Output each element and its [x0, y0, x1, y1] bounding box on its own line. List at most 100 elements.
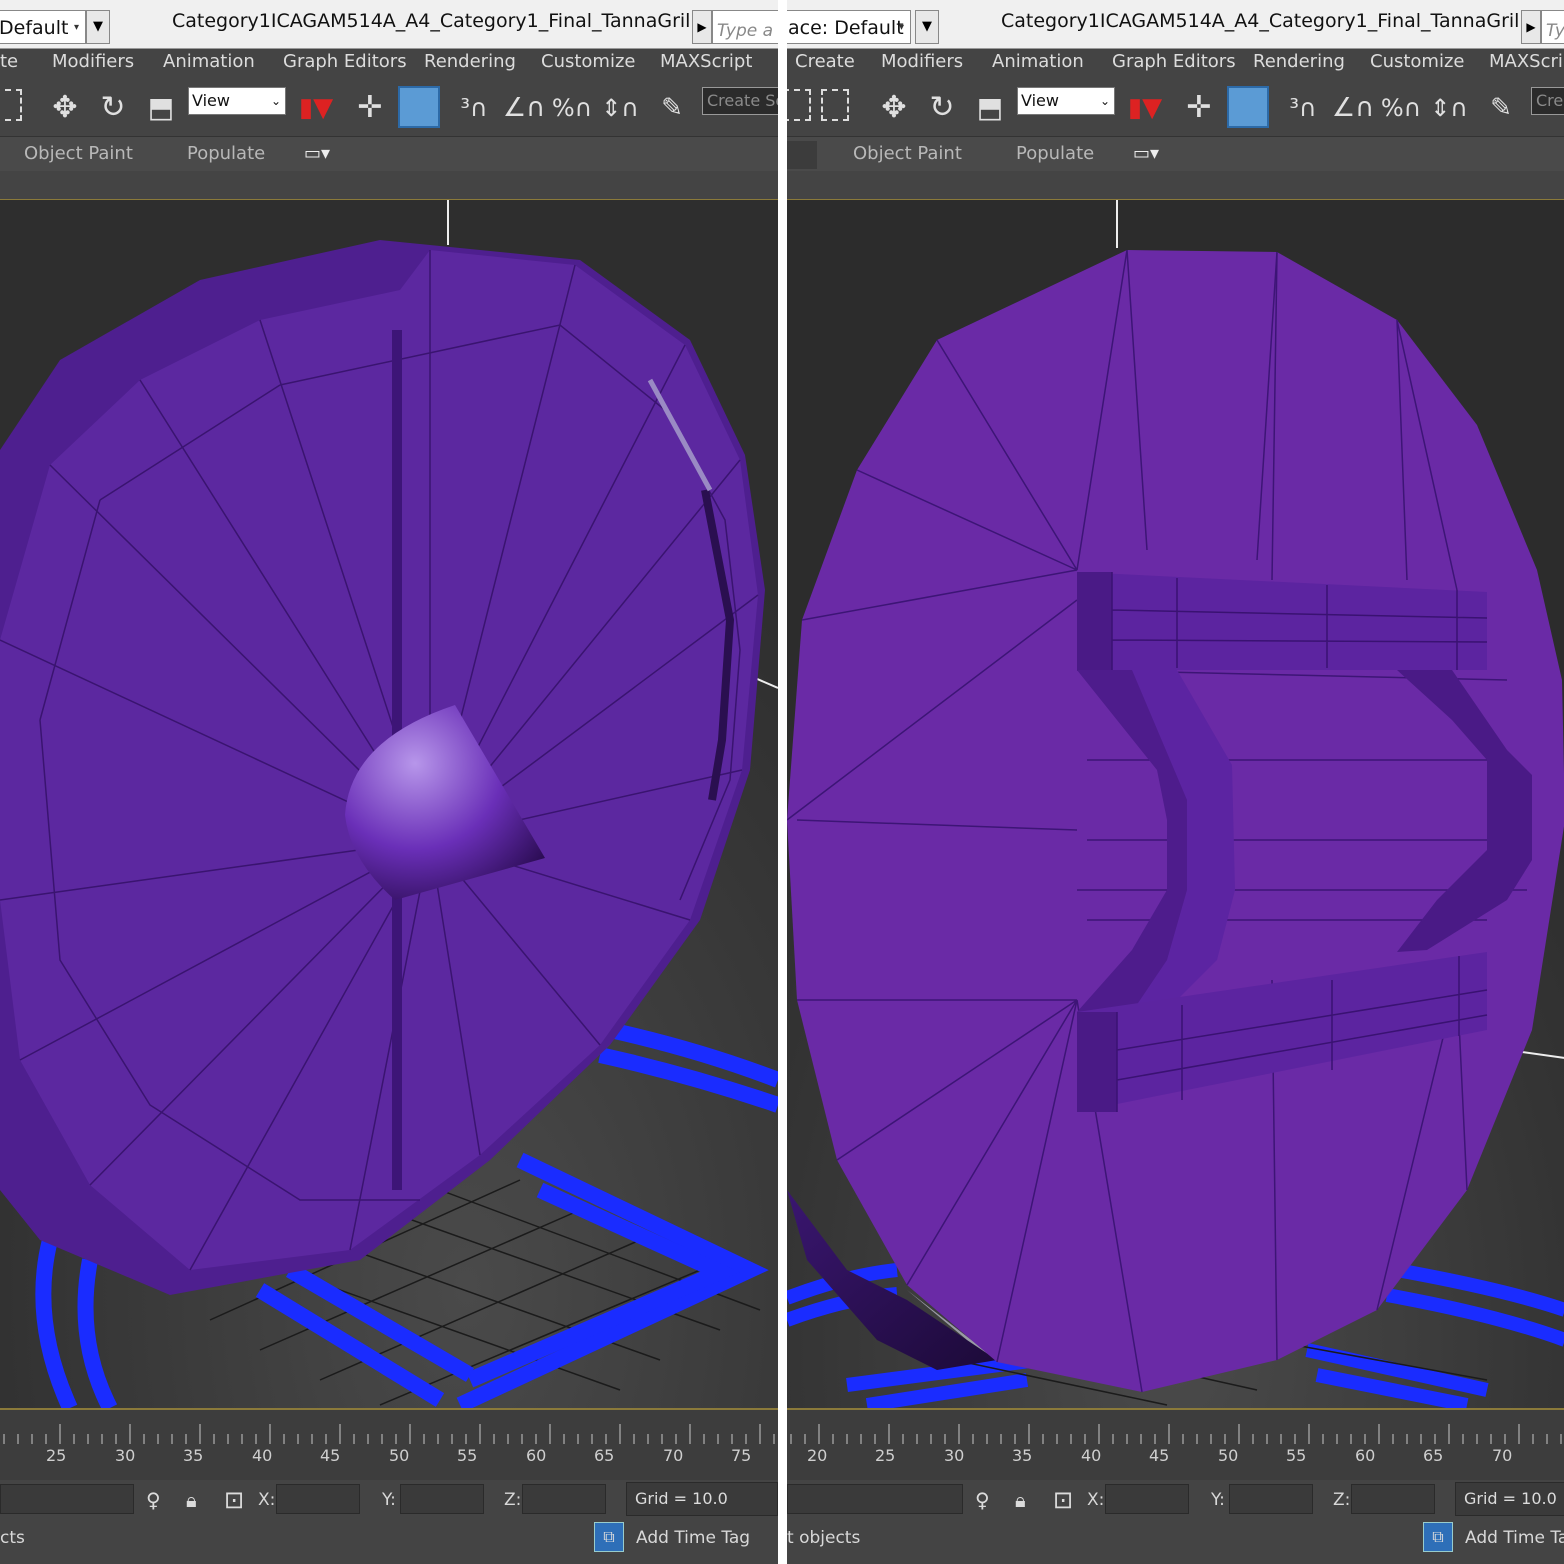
timeline-ruler[interactable]: 20 25 30 35 40 45 50 55 60 65 70: [787, 1410, 1564, 1480]
menu-rendering[interactable]: Rendering: [1253, 51, 1345, 72]
ribbon-populate[interactable]: Populate: [187, 143, 265, 164]
menu-maxscript[interactable]: MAXScript: [660, 51, 752, 72]
menu-modifiers[interactable]: Modifiers: [881, 51, 963, 72]
select-object-icon[interactable]: [0, 89, 22, 121]
z-coordinate-field[interactable]: [1351, 1484, 1435, 1514]
menu-animation[interactable]: Animation: [992, 51, 1084, 72]
tick-label: 65: [1423, 1446, 1444, 1465]
menu-animation[interactable]: Animation: [163, 51, 255, 72]
scale-icon[interactable]: ⬒: [969, 87, 1011, 129]
ribbon-object-paint[interactable]: Object Paint: [853, 143, 962, 164]
menu-bar: Create Modifiers Animation Graph Editors…: [787, 49, 1564, 81]
lightbulb-icon[interactable]: ♀: [975, 1488, 990, 1512]
scale-icon[interactable]: ⬒: [140, 87, 182, 129]
ribbon-object-paint[interactable]: Object Paint: [24, 143, 133, 164]
spinner-snap-icon[interactable]: ⇕∩: [598, 87, 642, 129]
tick-label: 75: [731, 1446, 752, 1465]
chevron-down-icon: ⌄: [1099, 94, 1110, 108]
ribbon-tab[interactable]: [787, 141, 817, 169]
menu-modifiers[interactable]: Modifiers: [52, 51, 134, 72]
snap-3d-icon[interactable]: ³∩: [452, 87, 496, 129]
tick-label: 20: [807, 1446, 828, 1465]
menu-bar: te Modifiers Animation Graph Editors Ren…: [0, 49, 778, 81]
rotate-icon[interactable]: ↻: [921, 87, 963, 129]
spinner-snap-icon[interactable]: ⇕∩: [1427, 87, 1471, 129]
edit-named-selection-icon[interactable]: ✎: [652, 87, 692, 129]
y-coordinate-field[interactable]: [1229, 1484, 1313, 1514]
time-tag-icon[interactable]: ⧉: [1423, 1522, 1453, 1552]
x-coordinate-field[interactable]: [276, 1484, 360, 1514]
tick-label: 35: [1012, 1446, 1033, 1465]
menu-maxscript[interactable]: MAXScrip: [1489, 51, 1564, 72]
workspace-menu-button[interactable]: ▼: [86, 10, 110, 44]
ribbon-bar: Object Paint Populate ▭▾: [0, 137, 778, 171]
menu-customize[interactable]: Customize: [1370, 51, 1464, 72]
rotate-icon[interactable]: ↻: [92, 87, 134, 129]
lock-icon[interactable]: 🔒︎: [1015, 1488, 1026, 1512]
menu-graph-editors[interactable]: Graph Editors: [1112, 51, 1236, 72]
snap-3d-icon[interactable]: ³∩: [1281, 87, 1325, 129]
lightbulb-icon[interactable]: ♀: [146, 1488, 161, 1512]
reference-coordinate-dropdown[interactable]: View ⌄: [188, 87, 286, 115]
z-label: Z:: [504, 1490, 522, 1510]
manipulate-icon[interactable]: ✛: [1179, 87, 1219, 129]
search-input[interactable]: Type a ke: [712, 10, 778, 44]
ribbon-toggle-icon[interactable]: ▭▾: [304, 143, 330, 164]
create-selection-set[interactable]: Create Se: [702, 87, 778, 115]
keyboard-shortcut-override-icon[interactable]: [1227, 86, 1269, 128]
pivot-icon[interactable]: ▮▼: [294, 87, 338, 129]
x-coordinate-field[interactable]: [1105, 1484, 1189, 1514]
perspective-viewport[interactable]: [787, 200, 1564, 1410]
menu-create[interactable]: te: [0, 51, 18, 72]
time-tag-icon[interactable]: ⧉: [594, 1522, 624, 1552]
angle-snap-icon[interactable]: ∠∩: [502, 87, 546, 129]
file-title: Category1ICAGAM514A_A4_Category1_Final_T…: [172, 10, 749, 32]
viewport-panel-left: Default ▾ ▼ Category1ICAGAM514A_A4_Catego…: [0, 0, 778, 1564]
menu-create[interactable]: Create: [795, 51, 855, 72]
keyboard-shortcut-override-icon[interactable]: [398, 86, 440, 128]
search-arrow-button[interactable]: ▶: [1521, 10, 1541, 44]
manipulate-icon[interactable]: ✛: [350, 87, 390, 129]
z-label: Z:: [1333, 1490, 1351, 1510]
handle-bar-top-end: [1077, 572, 1112, 670]
view-value: View: [1021, 91, 1059, 110]
workspace-dropdown[interactable]: Default ▾: [0, 10, 86, 44]
create-selection-set[interactable]: Crea: [1531, 87, 1564, 115]
menu-rendering[interactable]: Rendering: [424, 51, 516, 72]
reference-coordinate-dropdown[interactable]: View ⌄: [1017, 87, 1115, 115]
move-icon[interactable]: ✥: [873, 87, 915, 129]
title-bar: Default ▾ ▼ Category1ICAGAM514A_A4_Catego…: [0, 0, 778, 49]
y-coordinate-field[interactable]: [400, 1484, 484, 1514]
perspective-viewport[interactable]: [0, 200, 778, 1410]
workspace-menu-button[interactable]: ▼: [915, 10, 939, 44]
edit-named-selection-icon[interactable]: ✎: [1481, 87, 1521, 129]
add-time-tag-button[interactable]: Add Time Tag: [1465, 1528, 1564, 1548]
handle-bar-bottom-end: [1077, 1012, 1117, 1112]
prompt-text: t objects: [787, 1528, 861, 1548]
menu-customize[interactable]: Customize: [541, 51, 635, 72]
percent-snap-icon[interactable]: %∩: [1379, 87, 1423, 129]
pivot-icon[interactable]: ▮▼: [1123, 87, 1167, 129]
ribbon-toggle-icon[interactable]: ▭▾: [1133, 143, 1159, 164]
select-object-icon[interactable]: [787, 89, 811, 121]
menu-graph-editors[interactable]: Graph Editors: [283, 51, 407, 72]
move-icon[interactable]: ✥: [44, 87, 86, 129]
tick-label: 25: [46, 1446, 67, 1465]
workspace-dropdown[interactable]: ace: Default ▾: [787, 10, 911, 44]
angle-snap-icon[interactable]: ∠∩: [1331, 87, 1375, 129]
ribbon-populate[interactable]: Populate: [1016, 143, 1094, 164]
search-input[interactable]: Typ: [1541, 10, 1564, 44]
isolate-icon[interactable]: ⊡: [224, 1486, 244, 1514]
lock-icon[interactable]: 🔒︎: [186, 1488, 197, 1512]
search-arrow-button[interactable]: ▶: [692, 10, 712, 44]
main-toolbar: ✥ ↻ ⬒ View ⌄ ▮▼ ✛ ³∩ ∠∩ %∩ ⇕∩ ✎ Create Se: [0, 81, 778, 137]
tick-label: 45: [320, 1446, 341, 1465]
timeline-ruler[interactable]: 25 30 35 40 45 50 55 60 65 70 75: [0, 1410, 778, 1480]
percent-snap-icon[interactable]: %∩: [550, 87, 594, 129]
timeline-ticks: [790, 1424, 1562, 1444]
isolate-icon[interactable]: ⊡: [1053, 1486, 1073, 1514]
z-coordinate-field[interactable]: [522, 1484, 606, 1514]
x-label: X:: [258, 1490, 276, 1510]
add-time-tag-button[interactable]: Add Time Tag: [636, 1528, 750, 1548]
select-region-icon[interactable]: [821, 89, 849, 121]
